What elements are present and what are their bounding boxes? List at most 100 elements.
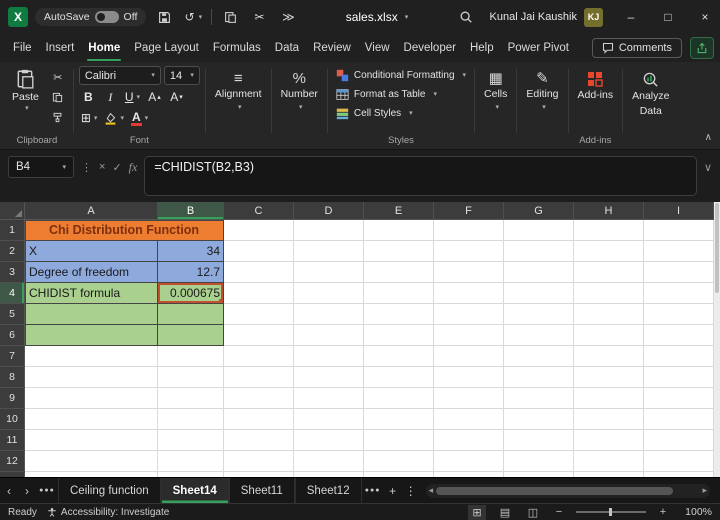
addins-button[interactable]: Add-ins	[574, 66, 618, 104]
increase-font-button[interactable]: A ▴	[145, 88, 164, 106]
tab-formulas[interactable]: Formulas	[206, 34, 268, 62]
undo-button[interactable]: ↺ ▾	[182, 4, 204, 30]
col-header-e[interactable]: E	[364, 202, 434, 220]
formula-input[interactable]: =CHIDIST(B2,B3)	[144, 156, 697, 196]
file-title[interactable]: sales.xlsx ▾	[346, 10, 409, 24]
sheet-tab-sheet11[interactable]: Sheet11	[228, 478, 295, 503]
add-sheet-button[interactable]: +	[384, 478, 402, 503]
fill-color-button[interactable]: ▾	[102, 109, 126, 127]
row-header-3[interactable]: 3	[0, 262, 25, 283]
row-header-10[interactable]: 10	[0, 409, 25, 430]
paste-button[interactable]: Paste ▾	[6, 66, 45, 126]
zoom-in-button[interactable]: +	[656, 506, 670, 518]
bold-button[interactable]: B	[79, 88, 98, 106]
cut-button[interactable]: ✂	[48, 69, 68, 86]
share-button[interactable]	[690, 37, 714, 59]
vertical-scrollbar[interactable]	[714, 202, 720, 477]
account-button[interactable]: Kunal Jai Kaushik KJ	[484, 7, 609, 27]
empty-cells[interactable]	[25, 451, 720, 472]
empty-cells[interactable]	[224, 241, 720, 262]
excel-logo-icon[interactable]: X	[8, 7, 28, 27]
cell-a1-merged-title[interactable]: Chi Distribution Function	[25, 220, 224, 241]
comments-button[interactable]: Comments	[591, 38, 682, 58]
format-painter-button[interactable]	[48, 109, 68, 126]
vertical-scrollbar-thumb[interactable]	[715, 203, 719, 293]
sheet-tab-ceiling-function[interactable]: Ceiling function	[58, 478, 161, 503]
analyze-data-button[interactable]: Analyze Data	[628, 66, 673, 147]
formula-bar-options-icon[interactable]: ⋮	[81, 156, 92, 178]
copy-button[interactable]	[48, 89, 68, 106]
select-all-corner[interactable]	[0, 202, 25, 220]
row-header-5[interactable]: 5	[0, 304, 25, 325]
sheet-nav-right-button[interactable]: ›	[18, 478, 36, 503]
sheet-tab-sheet12[interactable]: Sheet12	[294, 478, 362, 503]
cell-a2[interactable]: X	[25, 241, 158, 262]
horizontal-scrollbar-thumb[interactable]	[436, 486, 674, 495]
enter-icon[interactable]: ✓	[112, 156, 121, 178]
zoom-slider-thumb[interactable]	[609, 508, 612, 516]
empty-cells[interactable]	[224, 262, 720, 283]
font-color-button[interactable]: A ▾	[129, 109, 150, 127]
cell-styles-button[interactable]: Cell Styles ▾	[333, 104, 469, 123]
row-header-8[interactable]: 8	[0, 367, 25, 388]
col-header-d[interactable]: D	[294, 202, 364, 220]
close-button[interactable]: ×	[690, 0, 720, 34]
tab-review[interactable]: Review	[306, 34, 358, 62]
empty-cells[interactable]	[25, 409, 720, 430]
col-header-a[interactable]: A	[25, 202, 158, 220]
cell-b5[interactable]	[158, 304, 224, 325]
expand-formula-bar-icon[interactable]: ∨	[704, 156, 712, 178]
save-button[interactable]	[153, 4, 175, 30]
scroll-right-icon[interactable]: ▸	[702, 486, 707, 495]
copy-button[interactable]	[219, 4, 241, 30]
col-header-i[interactable]: I	[644, 202, 714, 220]
col-header-g[interactable]: G	[504, 202, 574, 220]
decrease-font-button[interactable]: A ▾	[167, 88, 186, 106]
page-layout-view-button[interactable]: ▤	[496, 505, 514, 520]
cell-a6[interactable]	[25, 325, 158, 346]
empty-cells[interactable]	[224, 283, 720, 304]
tab-power-pivot[interactable]: Power Pivot	[501, 34, 576, 62]
horizontal-scrollbar[interactable]: ◂ ▸	[425, 483, 710, 498]
col-header-h[interactable]: H	[574, 202, 644, 220]
maximize-button[interactable]: □	[653, 0, 683, 34]
empty-cells[interactable]	[25, 346, 720, 367]
tab-page-layout[interactable]: Page Layout	[127, 34, 206, 62]
number-button[interactable]: % Number ▾	[277, 66, 322, 147]
autosave-toggle[interactable]	[94, 11, 119, 23]
tab-data[interactable]: Data	[268, 34, 306, 62]
cell-b4-selected[interactable]: 0.000675	[158, 283, 224, 304]
editing-button[interactable]: ✎ Editing ▾	[522, 66, 562, 147]
empty-cells[interactable]	[224, 220, 720, 241]
insert-function-icon[interactable]: fx	[129, 156, 138, 178]
empty-cells[interactable]	[25, 388, 720, 409]
accessibility-status[interactable]: Accessibility: Investigate	[47, 507, 169, 518]
alignment-button[interactable]: ≡ Alignment ▾	[211, 66, 266, 147]
sheet-list-button[interactable]: ●●●	[36, 478, 58, 503]
tab-help[interactable]: Help	[463, 34, 501, 62]
cell-a4[interactable]: CHIDIST formula	[25, 283, 158, 304]
empty-cells[interactable]	[224, 325, 720, 346]
row-header-2[interactable]: 2	[0, 241, 25, 262]
underline-button[interactable]: U ▾	[123, 88, 142, 106]
format-as-table-button[interactable]: Format as Table ▾	[333, 85, 469, 104]
tab-insert[interactable]: Insert	[39, 34, 82, 62]
empty-cells[interactable]	[25, 430, 720, 451]
tab-view[interactable]: View	[358, 34, 397, 62]
row-header-4[interactable]: 4	[0, 283, 25, 304]
sheet-nav-left-button[interactable]: ‹	[0, 478, 18, 503]
tab-home[interactable]: Home	[81, 34, 127, 62]
row-header-6[interactable]: 6	[0, 325, 25, 346]
font-size-select[interactable]: 14 ▾	[163, 66, 200, 85]
col-header-f[interactable]: F	[434, 202, 504, 220]
zoom-level[interactable]: 100%	[680, 506, 712, 518]
row-header-7[interactable]: 7	[0, 346, 25, 367]
cells-button[interactable]: ▦ Cells ▾	[480, 66, 511, 147]
borders-button[interactable]: ⊞ ▾	[79, 109, 100, 127]
italic-button[interactable]: I	[101, 88, 120, 106]
scroll-left-icon[interactable]: ◂	[429, 486, 434, 495]
empty-cells[interactable]	[224, 304, 720, 325]
cell-a3[interactable]: Degree of freedom	[25, 262, 158, 283]
cell-b2[interactable]: 34	[158, 241, 224, 262]
collapse-ribbon-button[interactable]: ∧	[705, 132, 712, 143]
